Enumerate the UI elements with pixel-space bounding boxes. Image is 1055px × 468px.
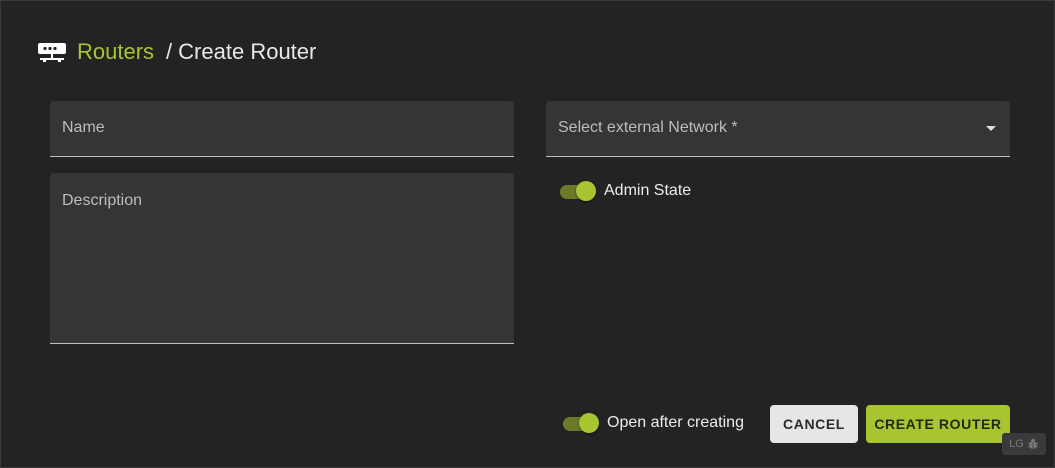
debug-badge[interactable]: LG: [1002, 433, 1046, 455]
debug-badge-label: LG: [1009, 438, 1024, 450]
admin-state-label: Admin State: [604, 182, 692, 199]
open-after-creating-label: Open after creating: [607, 414, 744, 431]
open-after-creating-row: Open after creating: [561, 413, 744, 433]
router-icon: [37, 40, 67, 64]
open-after-creating-toggle[interactable]: [561, 413, 599, 433]
breadcrumb-separator: /: [166, 39, 173, 64]
admin-state-toggle[interactable]: [558, 181, 596, 201]
description-field-label: Description: [62, 192, 143, 209]
description-field[interactable]: Description: [50, 173, 514, 344]
name-field[interactable]: Name: [50, 101, 514, 157]
toggle-thumb: [576, 181, 596, 201]
bug-icon: [1027, 438, 1039, 449]
create-router-page: Routers / Create Router Name Description…: [0, 0, 1055, 468]
page-title: Create Router: [178, 39, 317, 64]
dropdown-arrow-icon: [986, 126, 996, 131]
admin-state-row: Admin State: [558, 181, 691, 201]
cancel-button[interactable]: CANCEL: [770, 405, 858, 443]
create-router-button[interactable]: CREATE ROUTER: [866, 405, 1010, 443]
breadcrumb: Routers / Create Router: [37, 37, 316, 67]
toggle-thumb: [579, 413, 599, 433]
breadcrumb-routers-link[interactable]: Routers: [77, 39, 154, 65]
external-network-label: Select external Network *: [558, 119, 738, 136]
name-field-label: Name: [62, 119, 105, 136]
external-network-select[interactable]: Select external Network *: [546, 101, 1010, 157]
